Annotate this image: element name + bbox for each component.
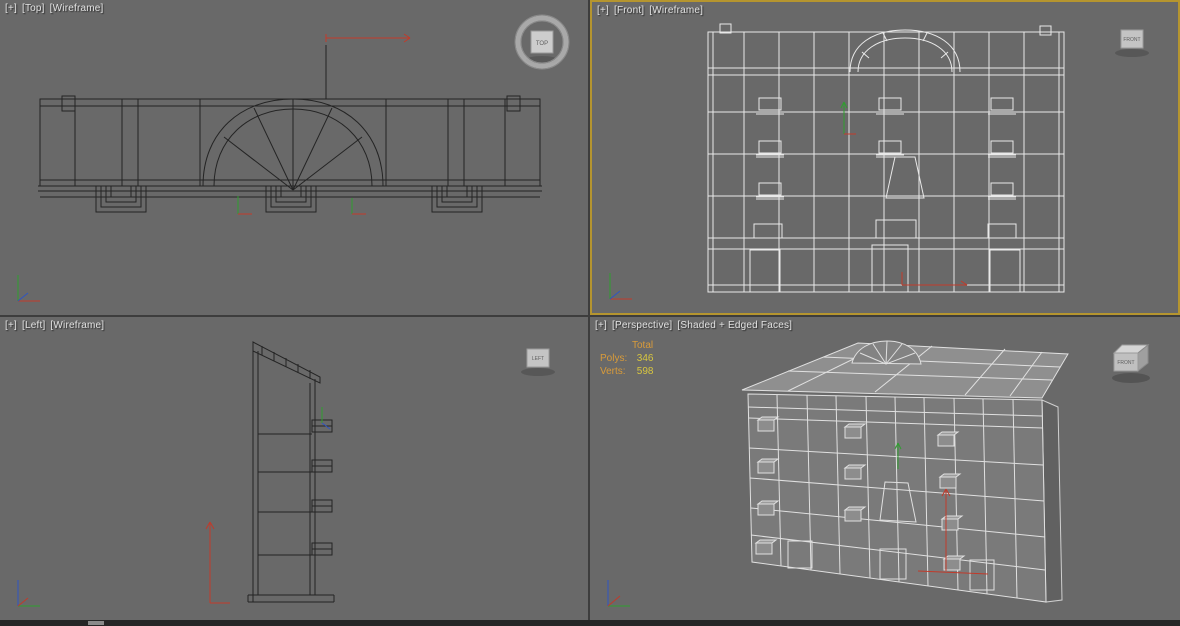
viewport-view-button[interactable]: [Top]: [22, 3, 45, 14]
stats-total-header: Total: [632, 340, 654, 351]
perspective-view-shaded-model: [741, 340, 1069, 603]
viewport-shading-button[interactable]: [Wireframe]: [50, 320, 104, 331]
viewcube-top-face-label[interactable]: TOP: [536, 41, 548, 47]
axis-tripod-icon: [17, 275, 40, 302]
viewport-view-button[interactable]: [Left]: [22, 320, 45, 331]
stats-verts-row: Verts: 598: [600, 366, 654, 377]
viewport-perspective-label: [+] [Perspective] [Shaded + Edged Faces]: [595, 320, 794, 331]
viewcube-perspective-face-label[interactable]: FRONT: [1117, 360, 1134, 366]
front-view-wireframe: [707, 23, 1065, 293]
viewport-shading-button[interactable]: [Wireframe]: [649, 5, 703, 16]
viewport-shading-button[interactable]: [Wireframe]: [50, 3, 104, 14]
axis-tripod-icon: [607, 580, 630, 607]
viewcube-left[interactable]: LEFT: [516, 343, 560, 377]
viewport-top[interactable]: [+] [Top] [Wireframe] TOP: [0, 0, 588, 315]
viewcube-front[interactable]: FRONT: [1110, 24, 1154, 58]
viewcube-top[interactable]: TOP: [514, 14, 570, 70]
viewport-front-label: [+] [Front] [Wireframe]: [597, 5, 705, 16]
axis-tripod-icon: [609, 273, 632, 300]
left-view-wireframe: [205, 341, 335, 604]
viewcube-perspective[interactable]: FRONT: [1106, 341, 1156, 385]
viewport-view-button[interactable]: [Front]: [614, 5, 644, 16]
viewcube-left-face-label[interactable]: LEFT: [532, 356, 544, 362]
viewport-menu-button[interactable]: [+]: [595, 320, 607, 331]
scrollbar-handle[interactable]: [88, 621, 104, 625]
viewport-shading-button[interactable]: [Shaded + Edged Faces]: [677, 320, 792, 331]
top-view-wireframe: [38, 33, 542, 215]
viewport-menu-button[interactable]: [+]: [5, 320, 17, 331]
statistics-overlay: Total Polys: 346 Verts: 598: [600, 339, 653, 378]
axis-tripod-icon: [17, 580, 40, 607]
viewport-perspective[interactable]: [+] [Perspective] [Shaded + Edged Faces]…: [590, 317, 1180, 620]
viewport-left[interactable]: [+] [Left] [Wireframe] LEFT: [0, 317, 588, 620]
stats-polys-row: Polys: 346: [600, 353, 654, 364]
viewport-left-label: [+] [Left] [Wireframe]: [5, 320, 106, 331]
viewport-view-button[interactable]: [Perspective]: [612, 320, 672, 331]
viewport-top-label: [+] [Top] [Wireframe]: [5, 3, 106, 14]
viewport-menu-button[interactable]: [+]: [597, 5, 609, 16]
viewport-menu-button[interactable]: [+]: [5, 3, 17, 14]
viewcube-front-face-label[interactable]: FRONT: [1123, 37, 1140, 43]
status-strip: [0, 620, 1180, 626]
viewport-front[interactable]: [+] [Front] [Wireframe] FRONT: [590, 0, 1180, 315]
